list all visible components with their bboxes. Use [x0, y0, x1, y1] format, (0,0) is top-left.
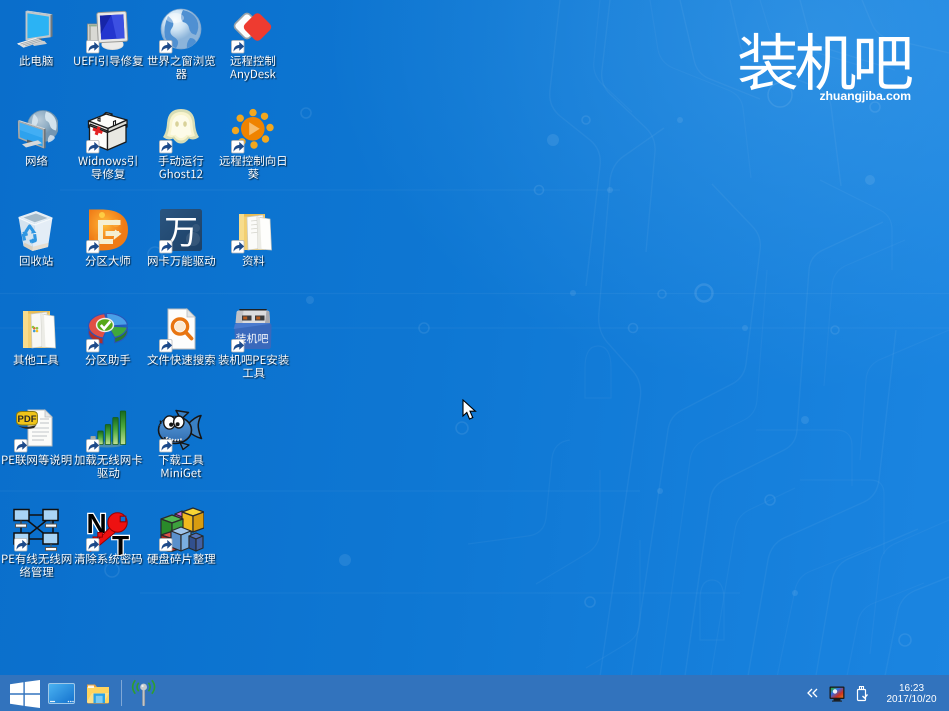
svg-text:PDF: PDF [18, 414, 37, 425]
